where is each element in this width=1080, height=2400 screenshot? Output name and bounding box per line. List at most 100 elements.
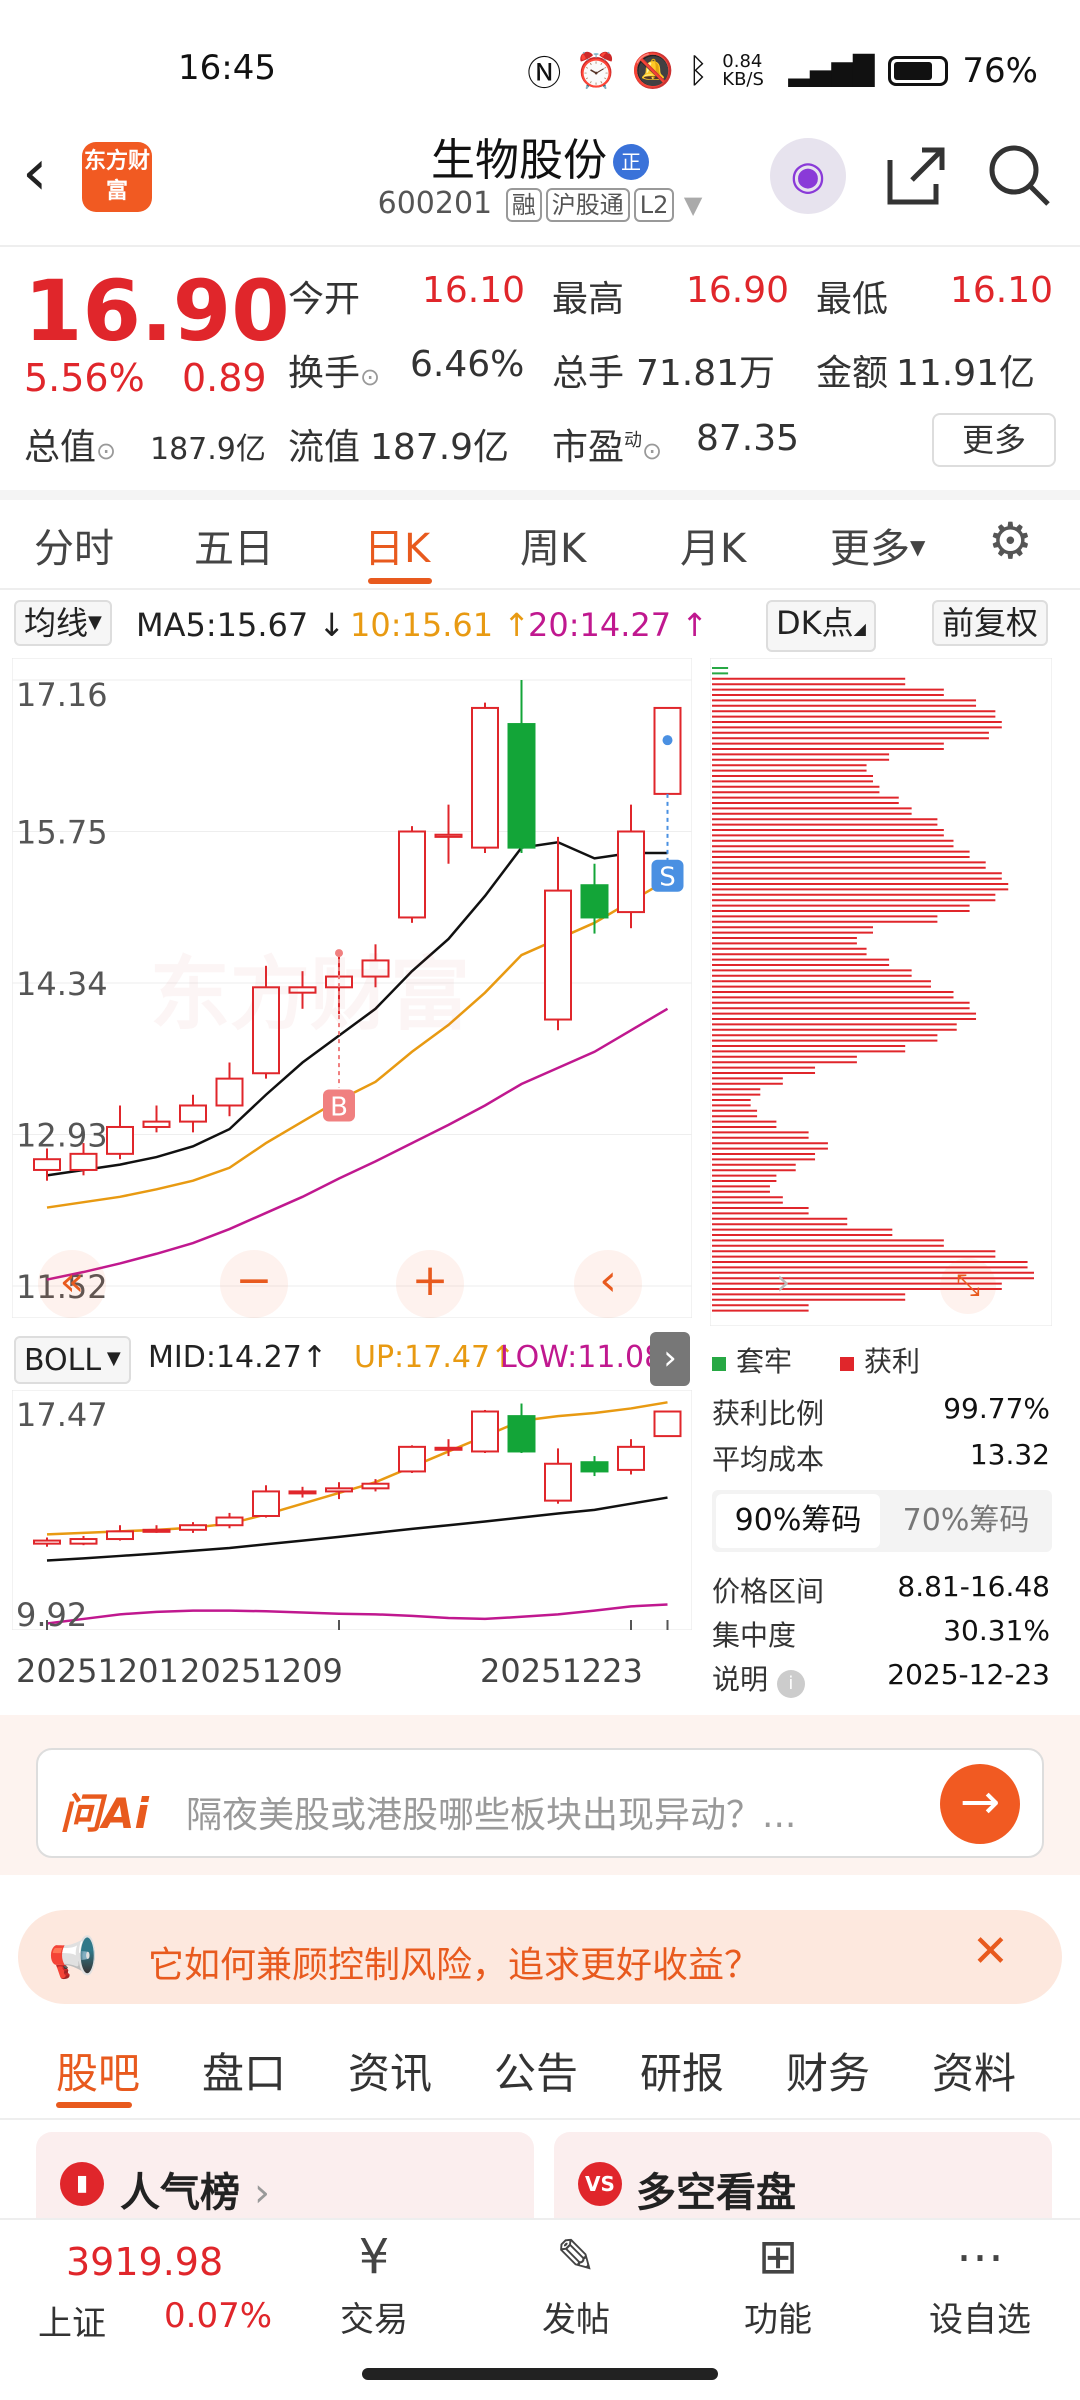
boll-candle-body	[106, 1530, 134, 1541]
robot-icon[interactable]: ◉	[770, 138, 846, 214]
candle-body	[653, 706, 682, 795]
info-icon: ⊙	[642, 437, 663, 465]
tag-connect: 沪股通	[545, 188, 630, 222]
nav-trade[interactable]: ¥ 交易	[314, 2222, 434, 2341]
low-label: 最低	[816, 279, 889, 320]
ai-placeholder: 隔夜美股或港股哪些板块出现异动？...	[186, 1795, 797, 1836]
open-value: 16.10	[422, 270, 526, 311]
active-tab-indicator	[56, 2102, 132, 2108]
candle-body	[580, 884, 609, 919]
status-icons: Ⓝ ⏰ 🔕 ᛒ 0.84 KB/S ▂▄▆█ 76%	[527, 46, 1038, 95]
zoom-in-button[interactable]: +	[396, 1250, 464, 1318]
nav-functions[interactable]: ⊞ 功能	[718, 2222, 838, 2341]
open-label: 今开	[288, 279, 361, 320]
boll-chart[interactable]	[12, 1390, 692, 1630]
tab-news[interactable]: 资讯	[348, 2040, 432, 2101]
trade-icon: ¥	[358, 2229, 390, 2285]
chip-row-label: 平均成本	[712, 1443, 825, 1476]
float-value: 187.9亿	[370, 427, 510, 468]
info-icon[interactable]: i	[776, 1670, 805, 1698]
ma10-value: 10:15.61 ↑	[350, 606, 531, 644]
candle-body	[69, 1152, 98, 1171]
close-icon[interactable]: ✕	[972, 1926, 1009, 1977]
chip-row-label: 说明 i	[712, 1658, 805, 1698]
last-price: 16.90	[24, 262, 290, 360]
nav-post[interactable]: ✎ 发帖	[516, 2222, 636, 2341]
boll-candle-body	[288, 1490, 317, 1495]
boll-candle-body	[69, 1538, 98, 1545]
price-tick-label: 14.34	[16, 965, 108, 1003]
chevron-down-icon: ▼	[910, 535, 926, 559]
amount-value: 11.91亿	[896, 353, 1036, 394]
tag-margin: 融	[505, 188, 542, 222]
tab-announcements[interactable]: 公告	[494, 2040, 578, 2101]
chip-row-value: 13.32	[969, 1438, 1050, 1471]
tab-intraday[interactable]: 分时	[34, 516, 114, 574]
tab-daily-k[interactable]: 日K	[364, 516, 430, 574]
more-button[interactable]: 更多	[932, 413, 1056, 467]
candle-body	[179, 1104, 207, 1123]
tab-research[interactable]: 研报	[640, 2040, 724, 2101]
boll-axis-bottom: 9.92	[16, 1596, 88, 1634]
tab-order-book[interactable]: 盘口	[202, 2040, 286, 2101]
adjust-button[interactable]: 前复权	[932, 600, 1049, 646]
tab-profile[interactable]: 资料	[932, 2040, 1016, 2101]
badge-icon: 正	[613, 144, 649, 180]
tab-monthly-k[interactable]: 月K	[680, 516, 746, 574]
zoom-out-button[interactable]: −	[220, 1250, 288, 1318]
ai-logo: 问Ai	[60, 1789, 149, 1838]
index-pct: 0.07%	[164, 2296, 273, 2336]
index-value[interactable]: 3919.98	[66, 2240, 223, 2284]
tab-financials[interactable]: 财务	[786, 2040, 870, 2101]
card-popularity[interactable]	[36, 2132, 534, 2222]
tab-chip-70[interactable]: 70%筹码	[884, 1494, 1048, 1548]
candle-body	[617, 830, 645, 914]
tab-chip-90[interactable]: 90%筹码	[716, 1494, 880, 1548]
chip-row-label: 获利比例	[712, 1397, 825, 1430]
chip-distribution-chart[interactable]	[710, 658, 1052, 1326]
boll-candle-body	[471, 1410, 499, 1453]
candle-body	[471, 706, 499, 849]
chip-row-value: 8.81-16.48	[897, 1570, 1050, 1603]
boll-select[interactable]: BOLL ▼	[14, 1336, 131, 1384]
chip-resize-icon[interactable]: ⤡	[940, 1258, 996, 1314]
boll-candle-body	[617, 1445, 645, 1471]
ma20-value: 20:14.27 ↑	[528, 606, 709, 644]
step-back-button[interactable]: ‹	[574, 1250, 642, 1318]
boll-up: UP:17.47↑	[354, 1340, 516, 1375]
settings-gear-icon[interactable]: ⚙	[988, 516, 1033, 566]
scroll-left-button[interactable]: «	[38, 1250, 106, 1318]
ai-send-button[interactable]: →	[940, 1764, 1020, 1844]
status-time: 16:45	[178, 48, 276, 88]
tag-level2: L2	[633, 188, 675, 222]
chip-row-value: 30.31%	[943, 1614, 1050, 1647]
candle-body	[106, 1125, 134, 1155]
dk-point-button[interactable]: DK点◢	[766, 600, 876, 652]
nav-add-watchlist[interactable]: ⋯ 设自选	[920, 2222, 1040, 2341]
megaphone-icon: 📢	[48, 1935, 98, 1981]
price-tick-label: 12.93	[16, 1117, 108, 1155]
alarm-icon: ⏰	[575, 50, 618, 91]
card-title: 人气榜 ›	[120, 2170, 270, 2216]
boll-candle-body	[325, 1487, 353, 1493]
share-icon[interactable]	[882, 140, 952, 210]
search-icon[interactable]	[984, 140, 1054, 210]
tab-five-day[interactable]: 五日	[194, 516, 274, 574]
chip-row-label: 集中度	[712, 1619, 797, 1652]
tab-more[interactable]: 更多▼	[830, 516, 925, 574]
boll-candle-body	[361, 1482, 390, 1490]
indicator-select[interactable]: 均线▼	[14, 600, 112, 646]
corner-icon: ◢	[853, 619, 866, 638]
pe-sup: 动	[624, 430, 643, 451]
high-label: 最高	[552, 279, 625, 320]
info-icon: ⊙	[96, 437, 117, 465]
boll-candle-body	[252, 1490, 280, 1517]
active-tab-indicator	[368, 578, 432, 584]
nfc-icon: Ⓝ	[527, 54, 562, 94]
chip-expand-button[interactable]: ›	[776, 1262, 790, 1303]
tab-forum[interactable]: 股吧	[56, 2040, 140, 2101]
boll-expand-button[interactable]: ›	[650, 1332, 690, 1386]
stock-code: 600201	[377, 186, 493, 221]
tab-weekly-k[interactable]: 周K	[520, 516, 586, 574]
card-bull-bear[interactable]	[554, 2132, 1052, 2222]
